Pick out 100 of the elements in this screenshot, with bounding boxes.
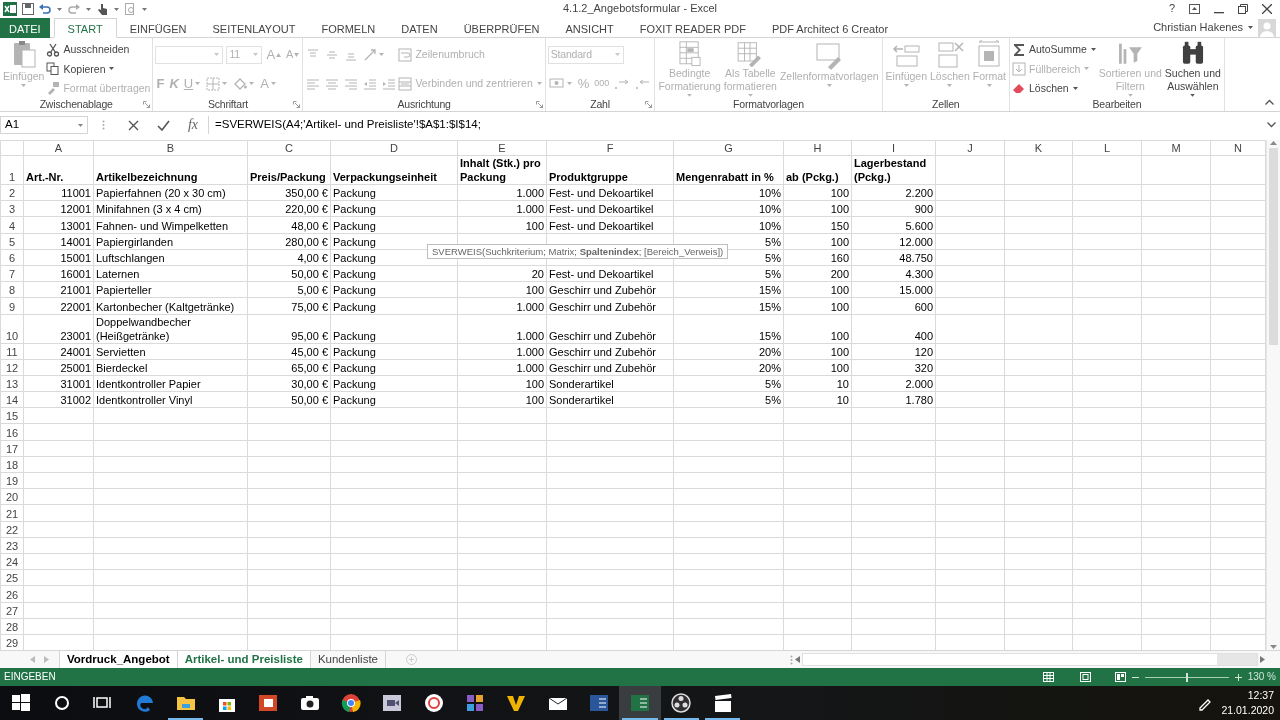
clock[interactable]: 12:37 21.01.2020 xyxy=(1221,688,1274,718)
caret-up-icon xyxy=(276,52,282,57)
caret-icon xyxy=(1083,66,1091,72)
caret-icon xyxy=(213,52,221,57)
ribbon-tab[interactable]: EINFÜGEN xyxy=(116,18,200,38)
table-cell: 100 xyxy=(457,391,547,408)
ribbon-button[interactable]: Kopieren xyxy=(46,60,116,78)
column-header[interactable]: L xyxy=(1072,140,1142,156)
ribbon-tab[interactable]: FORMELN xyxy=(308,18,389,38)
table-cell: 100 xyxy=(783,233,852,250)
table-cell: Identkontroller Vinyl xyxy=(93,391,248,408)
caret-icon xyxy=(746,93,754,98)
table-cell: 100 xyxy=(457,216,547,234)
save-icon[interactable] xyxy=(22,3,34,15)
table-cell: 100 xyxy=(783,343,852,360)
eraser-icon xyxy=(1012,81,1026,96)
column-header[interactable]: D xyxy=(330,140,458,156)
print-preview-icon[interactable] xyxy=(125,3,136,15)
help-button[interactable]: ? xyxy=(1168,2,1175,16)
column-header[interactable]: E xyxy=(457,140,547,156)
restore-icon[interactable] xyxy=(1238,4,1248,14)
page-layout-icon[interactable] xyxy=(1079,672,1091,682)
collapse-ribbon-icon[interactable] xyxy=(1265,98,1274,105)
table-cell: Geschirr und Zubehör xyxy=(546,359,674,376)
sheet-tab[interactable]: Artikel- und Preisliste xyxy=(177,651,311,668)
status-mode: EINGEBEN xyxy=(4,671,56,683)
table-cell: 48,00 € xyxy=(247,216,331,234)
ribbon-button[interactable]: AutoSumme xyxy=(1012,41,1097,59)
page-break-icon[interactable] xyxy=(1114,672,1126,682)
dialog-launcher-icon[interactable] xyxy=(143,101,151,108)
table-cell: Laternen xyxy=(93,265,248,282)
dialog-launcher-icon[interactable] xyxy=(645,101,653,108)
zoom-level[interactable]: 130 % xyxy=(1247,671,1276,683)
column-header[interactable]: H xyxy=(783,140,852,156)
column-header[interactable]: I xyxy=(851,140,936,156)
user-name[interactable]: Christian Hakenes xyxy=(1153,20,1243,35)
ribbon-tab[interactable]: PDF Architect 6 Creator xyxy=(758,18,902,38)
check-icon[interactable] xyxy=(156,119,170,131)
scissors-icon xyxy=(46,42,61,57)
table-cell: 20% xyxy=(673,359,784,376)
scroll-right-icon[interactable] xyxy=(1260,656,1265,663)
file-tab[interactable]: DATEI xyxy=(0,18,50,38)
column-header[interactable]: B xyxy=(93,140,248,156)
expand-icon[interactable] xyxy=(1266,122,1276,128)
column-header[interactable]: J xyxy=(935,140,1005,156)
group-label: Zahl xyxy=(590,97,610,111)
ribbon-tab[interactable]: DATEN xyxy=(388,18,451,38)
table-cell: Identkontroller Papier xyxy=(93,375,248,392)
ribbon-tab[interactable]: ANSICHT xyxy=(552,18,627,38)
ribbon-button[interactable]: Ausschneiden xyxy=(46,41,130,59)
scrollbar-thumb[interactable] xyxy=(1269,148,1278,345)
redo-icon[interactable] xyxy=(68,3,80,15)
header-cell: Verpackungseinheit xyxy=(330,155,458,185)
column-header[interactable]: C xyxy=(247,140,331,156)
name-box[interactable]: A1 xyxy=(0,116,88,134)
header-cell: Lagerbestand (Pckg.) xyxy=(851,155,936,185)
table-cell: 65,00 € xyxy=(247,359,331,376)
undo-icon[interactable] xyxy=(39,3,51,15)
hand-icon[interactable] xyxy=(97,3,108,15)
column-header[interactable]: N xyxy=(1210,140,1266,156)
table-cell: 15% xyxy=(673,281,784,298)
fill-bucket-icon xyxy=(233,76,248,91)
table-cell: 48.750 xyxy=(851,249,936,266)
zoom-in-icon[interactable] xyxy=(1234,673,1242,681)
ribbon-button[interactable]: Löschen xyxy=(1012,79,1079,97)
ribbon-button[interactable]: Suchen und Auswählen xyxy=(1163,40,1222,98)
zoom-slider-thumb[interactable] xyxy=(1185,672,1188,682)
column-header[interactable]: G xyxy=(673,140,784,156)
table-cell: 20 xyxy=(457,265,547,282)
group-label: Schriftart xyxy=(207,97,248,111)
table-cell: 5,00 € xyxy=(247,281,331,298)
group-label: Zellen xyxy=(932,97,960,111)
row-header[interactable]: 10 xyxy=(0,314,24,343)
sheet-tab[interactable]: Vordruck_Angebot xyxy=(59,651,178,668)
table-cell: Papierteller xyxy=(93,281,248,298)
table-cell: Packung xyxy=(330,216,458,234)
table-cell: 200 xyxy=(783,265,852,282)
close-icon[interactable] xyxy=(1262,4,1272,14)
ribbon-tab[interactable]: START xyxy=(53,18,117,38)
scroll-left-icon[interactable] xyxy=(795,656,800,663)
column-header[interactable]: F xyxy=(546,140,674,156)
ribbon-tab[interactable]: FOXIT READER PDF xyxy=(626,18,759,38)
ribbon-tab[interactable]: ÜBERPRÜFEN xyxy=(450,18,553,38)
formula-field[interactable]: =SVERWEIS(A4;'Artikel- und Preisliste'!$A$1:$I$14; xyxy=(208,116,1262,134)
insert-function-button[interactable]: fx xyxy=(178,116,208,134)
table-cell: 20% xyxy=(673,343,784,360)
dialog-launcher-icon[interactable] xyxy=(293,101,301,108)
normal-view-icon[interactable] xyxy=(1042,672,1054,682)
scrollbar-thumb[interactable] xyxy=(1217,654,1257,665)
table-cell: 5.600 xyxy=(851,216,936,234)
cancel-icon[interactable] xyxy=(127,119,139,131)
column-header[interactable]: K xyxy=(1004,140,1073,156)
dialog-launcher-icon[interactable] xyxy=(535,101,543,108)
ribbon-options-icon[interactable] xyxy=(1189,4,1200,14)
row-header[interactable]: 1 xyxy=(0,155,24,185)
column-header[interactable]: A xyxy=(23,140,94,156)
scroll-up-icon[interactable] xyxy=(1270,140,1277,145)
group-label: Formatvorlagen xyxy=(733,97,804,111)
ribbon-tab[interactable]: SEITENLAYOUT xyxy=(199,18,309,38)
column-header[interactable]: M xyxy=(1141,140,1211,156)
